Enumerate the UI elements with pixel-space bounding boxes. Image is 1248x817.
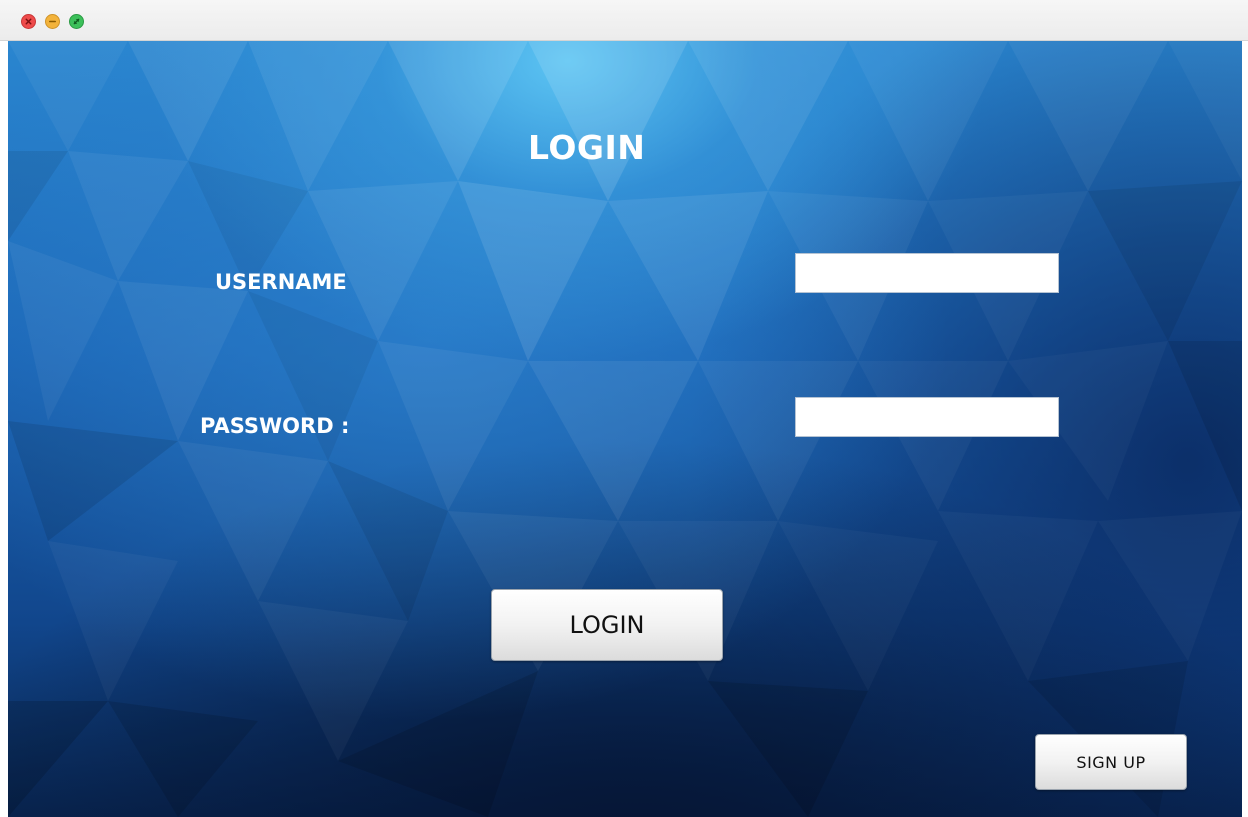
title-bar[interactable] — [0, 0, 1248, 41]
minimize-icon[interactable] — [45, 14, 60, 29]
password-input[interactable] — [795, 397, 1059, 437]
app-window: LOGIN USERNAME PASSWORD : LOGIN SIGN UP — [0, 0, 1248, 817]
close-icon[interactable] — [21, 14, 36, 29]
username-input[interactable] — [795, 253, 1059, 293]
password-label: PASSWORD : — [200, 414, 350, 438]
login-button[interactable]: LOGIN — [491, 589, 723, 661]
username-label: USERNAME — [215, 270, 347, 294]
sign-up-button[interactable]: SIGN UP — [1035, 734, 1187, 790]
login-title: LOGIN — [528, 128, 646, 167]
login-panel: LOGIN USERNAME PASSWORD : LOGIN SIGN UP — [8, 41, 1242, 817]
maximize-icon[interactable] — [69, 14, 84, 29]
